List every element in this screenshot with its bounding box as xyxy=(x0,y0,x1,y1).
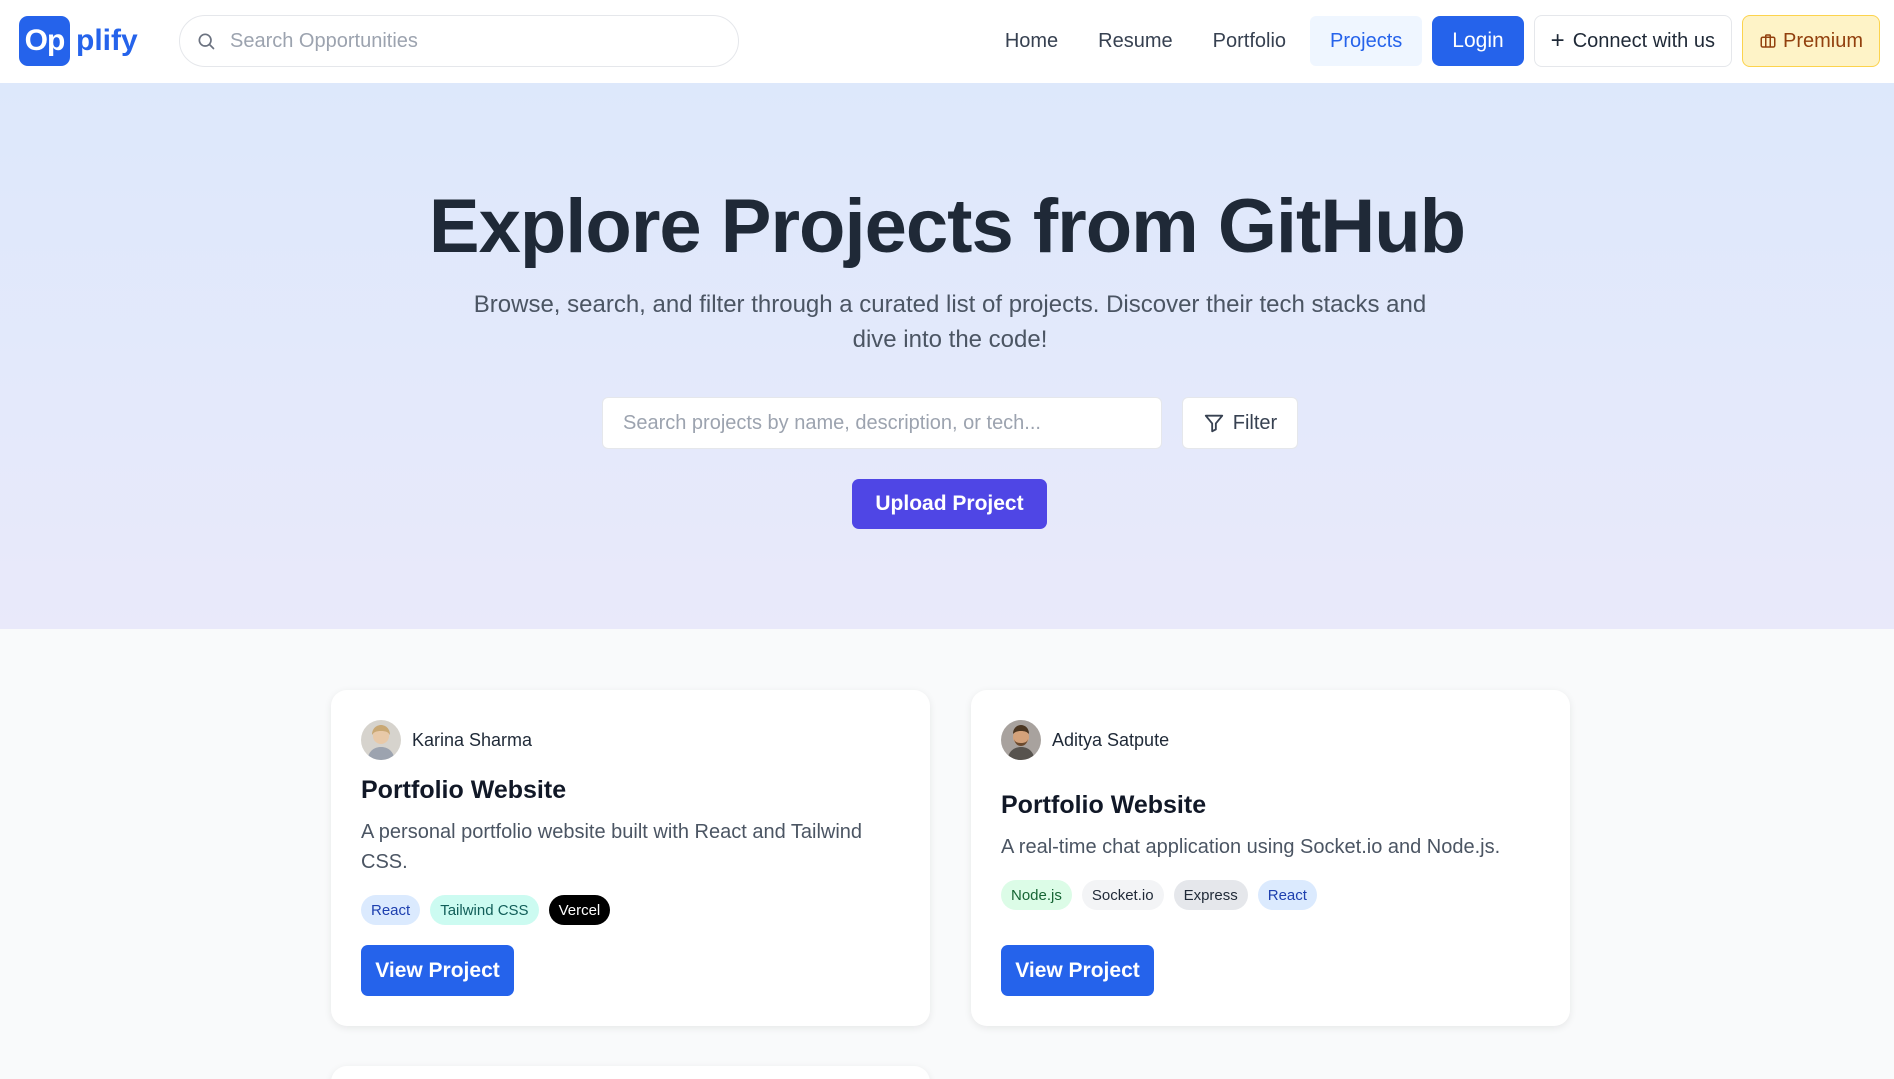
nav-link-portfolio[interactable]: Portfolio xyxy=(1193,16,1306,66)
top-navbar: Op plify Home Resume Portfolio Projects … xyxy=(0,0,1894,83)
nav-search-input[interactable] xyxy=(230,29,710,53)
login-button[interactable]: Login xyxy=(1432,16,1524,66)
avatar xyxy=(361,720,401,760)
plus-icon: + xyxy=(1550,27,1565,54)
nav-link-resume[interactable]: Resume xyxy=(1078,16,1192,66)
tag: React xyxy=(1257,880,1317,910)
tag: Node.js xyxy=(1001,880,1072,910)
tag-list: React Tailwind CSS Vercel xyxy=(361,895,620,925)
filter-icon xyxy=(1204,414,1223,433)
nav-links: Home Resume Portfolio Projects Login + C… xyxy=(985,15,1880,67)
premium-button[interactable]: Premium xyxy=(1741,15,1880,67)
nav-link-home[interactable]: Home xyxy=(985,16,1078,66)
project-description: A real-time chat application using Socke… xyxy=(1001,836,1501,858)
project-title: Portfolio Website xyxy=(1001,791,1207,819)
view-project-button[interactable]: View Project xyxy=(1001,945,1154,996)
hero-section: Explore Projects from GitHub Browse, sea… xyxy=(0,83,1894,629)
project-search-box[interactable] xyxy=(602,397,1162,449)
project-description: A personal portfolio website built with … xyxy=(361,821,863,873)
search-icon xyxy=(198,33,215,50)
filter-label: Filter xyxy=(1232,411,1278,434)
connect-label: Connect with us xyxy=(1572,29,1715,52)
premium-label: Premium xyxy=(1782,29,1863,52)
card-author: Karina Sharma xyxy=(361,720,532,760)
author-name: Aditya Satpute xyxy=(1052,729,1170,750)
briefcase-icon xyxy=(1760,34,1776,48)
tag: React xyxy=(361,895,421,925)
upload-project-button[interactable]: Upload Project xyxy=(852,479,1047,529)
logo[interactable]: Op plify xyxy=(19,16,138,66)
logo-text: plify xyxy=(76,24,138,57)
avatar xyxy=(1001,720,1041,760)
nav-search-box[interactable] xyxy=(179,15,739,67)
view-project-button[interactable]: View Project xyxy=(361,945,514,996)
nav-link-projects[interactable]: Projects xyxy=(1310,16,1423,66)
filter-button[interactable]: Filter xyxy=(1182,397,1298,449)
author-name: Karina Sharma xyxy=(412,729,533,750)
tag: Vercel xyxy=(548,895,611,925)
logo-mark: Op xyxy=(19,16,70,66)
project-card xyxy=(331,1066,930,1079)
page-subtitle: Browse, search, and filter through a cur… xyxy=(473,291,1427,353)
connect-button[interactable]: + Connect with us xyxy=(1533,15,1732,67)
card-author: Aditya Satpute xyxy=(1001,720,1169,760)
project-card: Karina Sharma Portfolio Website A person… xyxy=(331,690,930,1026)
project-card: Aditya Satpute Portfolio Website A real-… xyxy=(971,690,1570,1026)
project-search-input[interactable] xyxy=(623,411,1141,435)
tag: Express xyxy=(1173,880,1248,910)
tag-list: Node.js Socket.io Express React xyxy=(1001,880,1327,910)
tag: Socket.io xyxy=(1081,880,1164,910)
page-title: Explore Projects from GitHub xyxy=(428,184,1466,269)
project-title: Portfolio Website xyxy=(361,776,567,804)
tag: Tailwind CSS xyxy=(430,895,539,925)
